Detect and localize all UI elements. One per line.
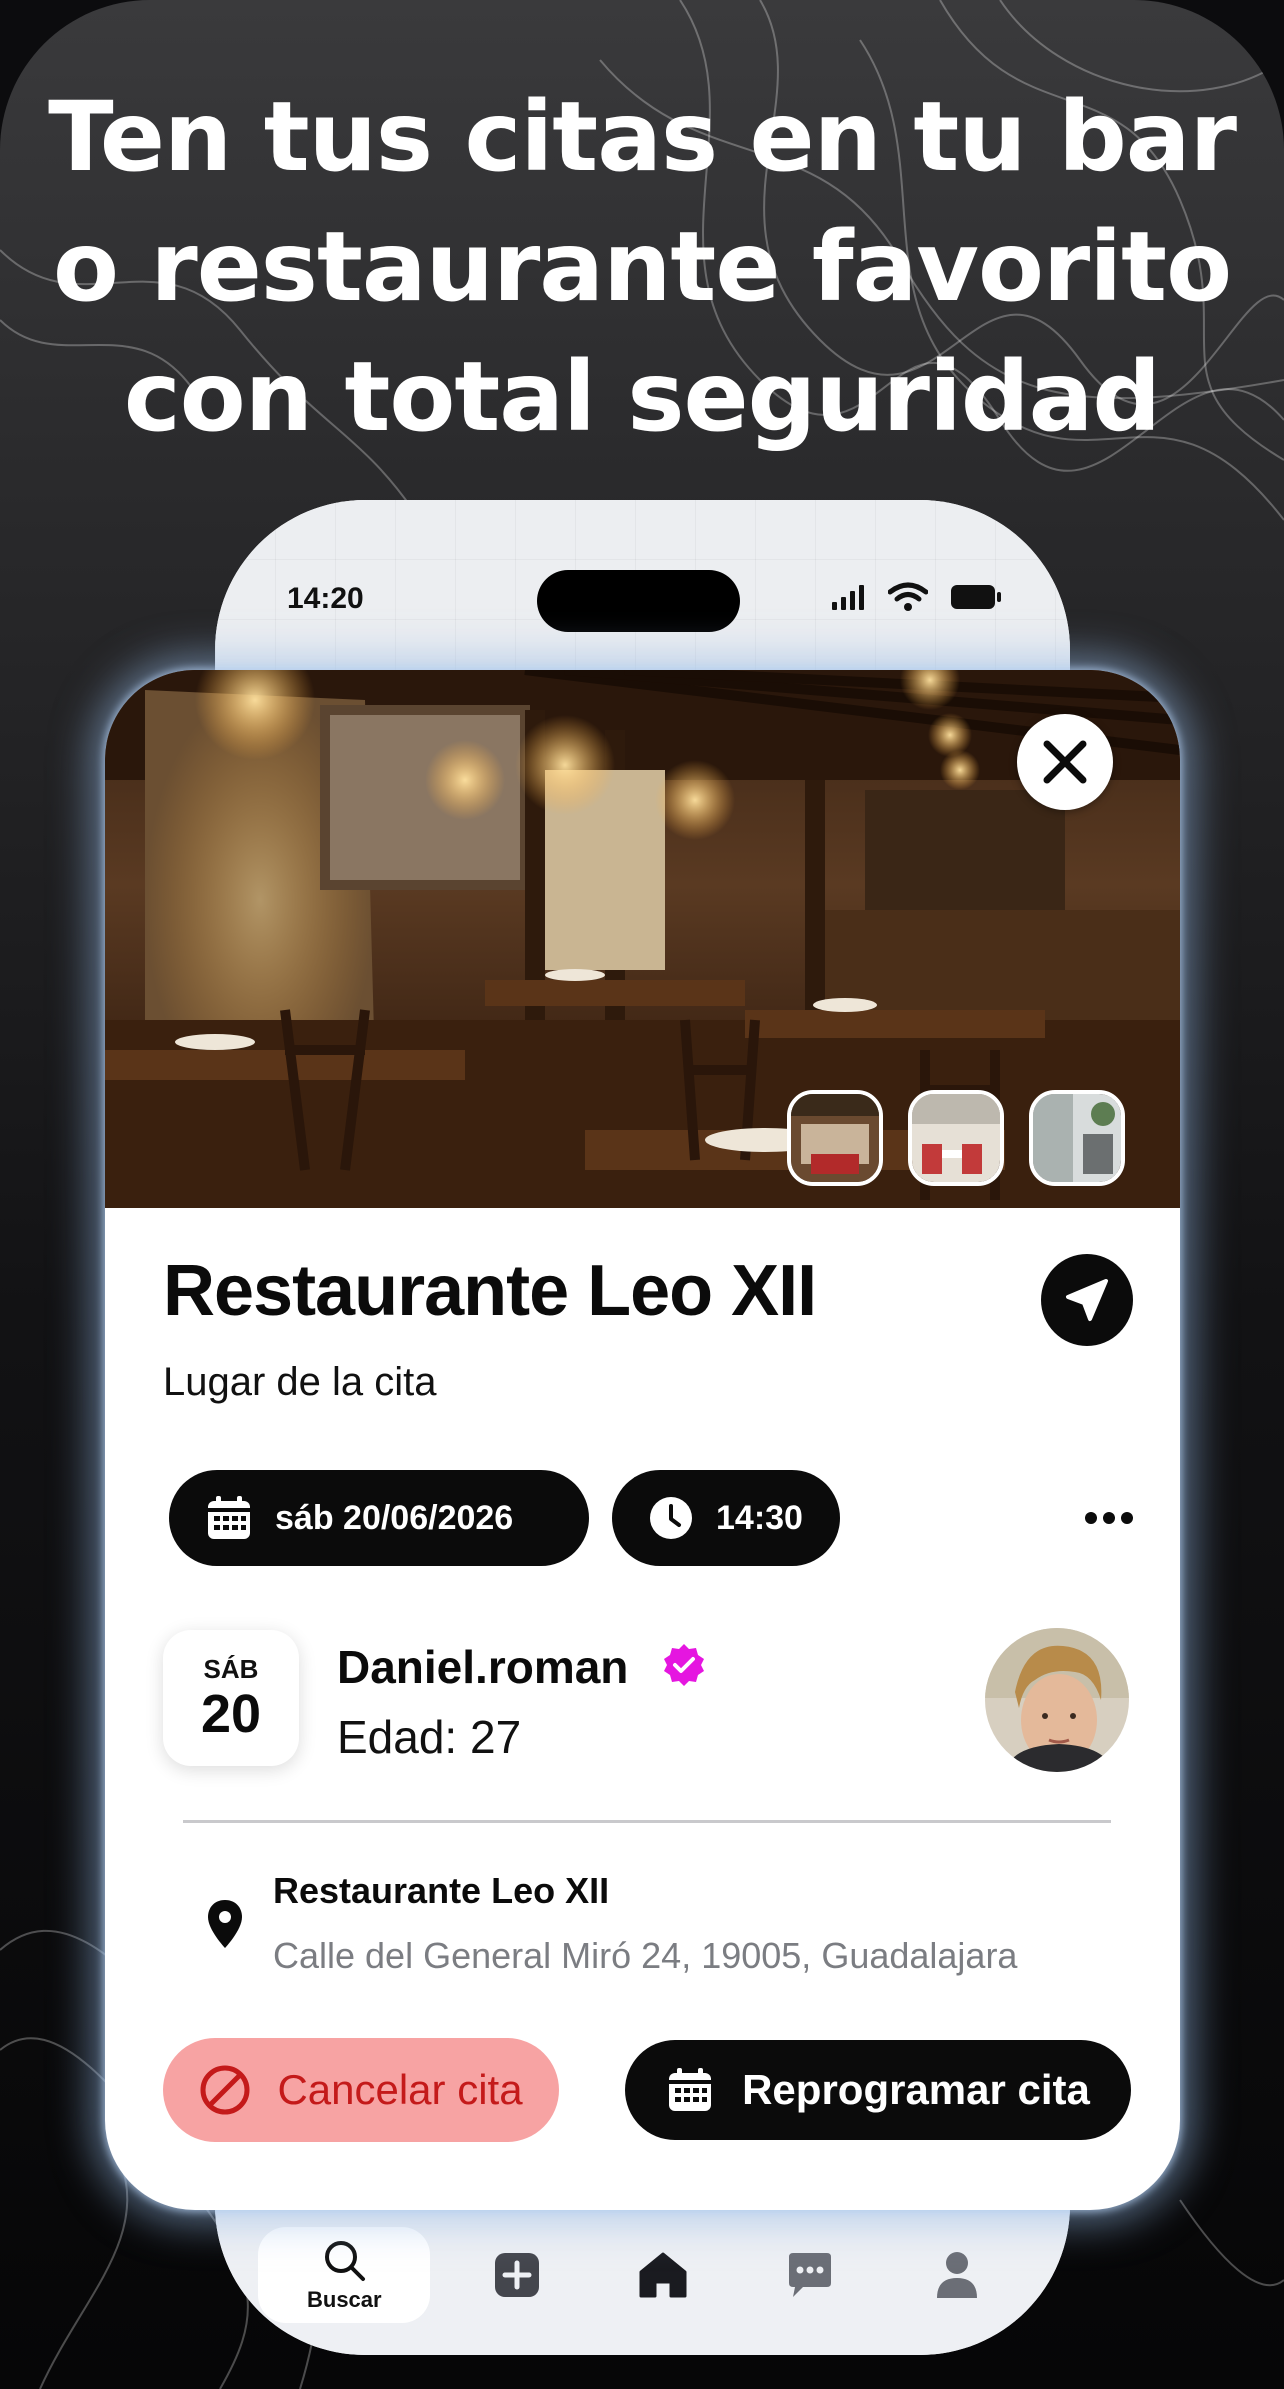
wifi-icon: [888, 582, 928, 611]
signal-icon: [832, 585, 864, 610]
cancel-label: Cancelar cita: [277, 2066, 523, 2113]
time-pill[interactable]: 14:30: [612, 1470, 840, 1566]
tab-home[interactable]: [603, 2227, 723, 2323]
battery-icon: [951, 585, 1001, 609]
tab-bar: Buscar: [215, 2205, 1070, 2355]
search-icon: [325, 2241, 366, 2281]
venue-subtitle: Lugar de la cita: [163, 1360, 437, 1404]
user-age: Edad: 27: [337, 1711, 522, 1763]
more-dot: [1085, 1512, 1097, 1524]
headline-line-2: o restaurante favorito: [52, 211, 1232, 323]
thumbnail-image: [791, 1094, 879, 1182]
profile-icon: [936, 2252, 977, 2298]
avatar-image: [985, 1628, 1129, 1772]
status-icons: [830, 582, 1002, 612]
reschedule-label: Reprogramar cita: [742, 2066, 1090, 2113]
clock-icon: [650, 1497, 692, 1539]
user-name[interactable]: Daniel.roman: [337, 1640, 628, 1694]
add-icon: [494, 2253, 539, 2297]
location-address[interactable]: Calle del General Miró 24, 19005, Guadal…: [273, 1935, 1017, 1977]
tab-search[interactable]: Buscar: [258, 2227, 431, 2323]
headline-line-1: Ten tus citas en tu bar: [48, 81, 1237, 193]
headline-line-3: con total seguridad: [123, 341, 1161, 453]
cancel-icon: [200, 2065, 250, 2115]
day-badge: SÁB 20: [163, 1630, 299, 1766]
thumbnail-image: [912, 1094, 1000, 1182]
appointment-card: Restaurante Leo XII Lugar de la cita sáb…: [105, 670, 1180, 2210]
tab-add[interactable]: [457, 2227, 577, 2323]
time-text: 14:30: [716, 1498, 803, 1537]
reschedule-appointment-button[interactable]: Reprogramar cita: [625, 2040, 1131, 2140]
venue-title: Restaurante Leo XII: [163, 1251, 817, 1331]
more-dot: [1103, 1512, 1115, 1524]
chat-icon: [789, 2253, 832, 2297]
calendar-icon: [669, 2068, 712, 2111]
home-icon: [639, 2252, 687, 2298]
location-pin-icon: [208, 1900, 242, 1948]
photo-thumbnail-2[interactable]: [908, 1090, 1004, 1186]
restaurant-interior-photo: [105, 670, 1180, 1208]
status-time: 14:20: [287, 582, 364, 615]
tab-search-label: Buscar: [307, 2287, 382, 2312]
navigation-arrow-icon: [1066, 1279, 1108, 1321]
promo-headline: Ten tus citas en tu bar o restaurante fa…: [0, 72, 1284, 462]
location-name: Restaurante Leo XII: [273, 1870, 610, 1911]
close-button[interactable]: [1017, 714, 1113, 810]
close-icon: [1043, 740, 1087, 784]
more-dot: [1121, 1512, 1133, 1524]
tab-chat[interactable]: [750, 2227, 870, 2323]
day-of-week: SÁB: [203, 1653, 259, 1684]
more-options-button[interactable]: [1081, 1500, 1137, 1536]
divider: [183, 1820, 1111, 1823]
date-text: sáb 20/06/2026: [275, 1498, 514, 1537]
navigate-button[interactable]: [1041, 1254, 1133, 1346]
avatar[interactable]: [985, 1628, 1129, 1772]
day-number: 20: [200, 1683, 262, 1744]
photo-thumbnail-3[interactable]: [1029, 1090, 1125, 1186]
thumbnail-image: [1033, 1094, 1121, 1182]
calendar-icon: [208, 1496, 250, 1539]
dynamic-island: [537, 570, 740, 632]
verified-badge-icon: [664, 1644, 704, 1686]
tab-profile[interactable]: [897, 2227, 1017, 2323]
date-pill[interactable]: sáb 20/06/2026: [169, 1470, 589, 1566]
cancel-appointment-button[interactable]: Cancelar cita: [163, 2038, 559, 2142]
photo-thumbnail-1[interactable]: [787, 1090, 883, 1186]
